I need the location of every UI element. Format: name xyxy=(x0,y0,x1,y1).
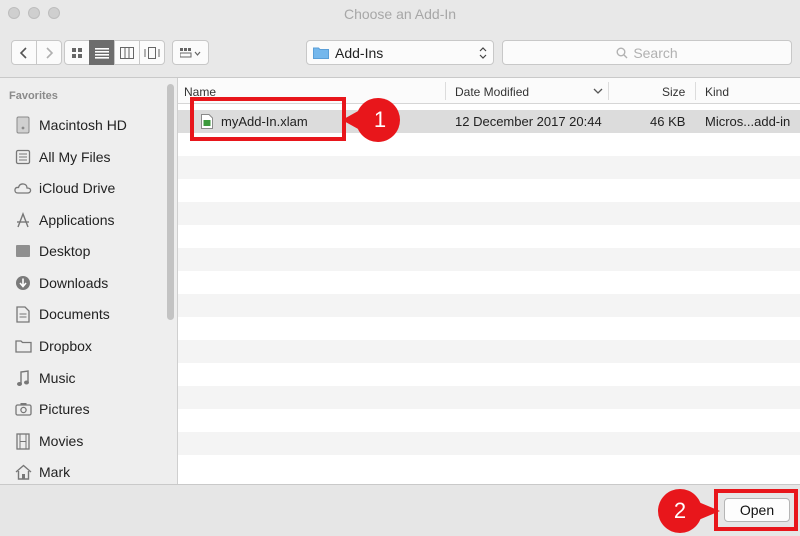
back-button[interactable] xyxy=(11,40,37,65)
callout-number-1: 1 xyxy=(373,107,387,132)
arrange-icon xyxy=(179,47,200,57)
empty-row xyxy=(178,156,800,179)
column-header-kind[interactable]: Kind xyxy=(705,85,729,99)
sidebar-item-documents[interactable]: Documents xyxy=(14,302,110,326)
list-view-button[interactable] xyxy=(89,40,115,65)
sidebar-item-label: Pictures xyxy=(39,401,90,417)
music-icon xyxy=(14,369,32,387)
sidebar-item-movies[interactable]: Movies xyxy=(14,429,83,453)
highlight-box-file xyxy=(190,97,346,141)
arrange-button[interactable] xyxy=(172,40,209,65)
film-icon xyxy=(14,432,32,450)
sidebar-item-pictures[interactable]: Pictures xyxy=(14,397,90,421)
sidebar-item-label: Documents xyxy=(39,306,110,322)
sidebar: Favorites Macintosh HD All My Files iClo… xyxy=(0,78,178,484)
sidebar-item-label: Movies xyxy=(39,433,84,449)
icon-view-button[interactable] xyxy=(64,40,90,65)
view-mode-selector xyxy=(64,40,165,65)
empty-row xyxy=(178,340,800,363)
title-bar: Choose an Add-In xyxy=(0,0,800,30)
column-header-size[interactable]: Size xyxy=(662,85,685,99)
grid-icon xyxy=(72,47,82,58)
files-icon xyxy=(14,148,32,166)
history-nav xyxy=(11,40,62,65)
file-dialog-window: Choose an Add-In Add-Ins Search Favorite… xyxy=(0,0,800,536)
cloud-icon xyxy=(14,179,32,197)
sidebar-scrollbar[interactable] xyxy=(167,84,174,320)
sidebar-item-label: Dropbox xyxy=(39,338,92,354)
sidebar-item-music[interactable]: Music xyxy=(14,366,76,390)
file-kind: Micros...add-in xyxy=(705,114,791,129)
column-divider[interactable] xyxy=(445,82,446,100)
sidebar-item-label: Music xyxy=(39,370,76,386)
forward-button[interactable] xyxy=(36,40,62,65)
sidebar-item-mark[interactable]: Mark xyxy=(14,460,70,484)
download-icon xyxy=(14,274,32,292)
hard-drive-icon xyxy=(14,116,32,134)
camera-icon xyxy=(14,400,32,418)
sidebar-item-label: iCloud Drive xyxy=(39,180,116,196)
home-icon xyxy=(14,463,32,481)
sidebar-item-label: Desktop xyxy=(39,243,91,259)
empty-row xyxy=(178,432,800,455)
column-divider[interactable] xyxy=(608,82,609,100)
folder-icon xyxy=(14,337,32,355)
list-icon xyxy=(95,47,109,59)
file-size: 46 KB xyxy=(650,114,686,129)
document-icon xyxy=(14,305,32,323)
empty-row xyxy=(178,386,800,409)
empty-row xyxy=(178,202,800,225)
sort-chevron-icon xyxy=(593,88,603,94)
sidebar-item-all-my-files[interactable]: All My Files xyxy=(14,145,111,169)
chevron-left-icon xyxy=(19,46,27,59)
updown-chevron-icon xyxy=(479,47,487,59)
sidebar-item-dropbox[interactable]: Dropbox xyxy=(14,334,92,358)
sidebar-item-label: Applications xyxy=(39,212,115,228)
highlight-box-open xyxy=(714,489,798,531)
search-input[interactable]: Search xyxy=(502,40,792,65)
sidebar-item-macintosh-hd[interactable]: Macintosh HD xyxy=(14,113,127,137)
search-icon xyxy=(616,47,628,58)
sidebar-item-icloud-drive[interactable]: iCloud Drive xyxy=(14,176,115,200)
cover-flow-icon xyxy=(144,46,160,59)
column-view-button[interactable] xyxy=(114,40,140,65)
desktop-icon xyxy=(14,242,32,260)
sidebar-item-desktop[interactable]: Desktop xyxy=(14,239,90,263)
applications-icon xyxy=(14,211,32,229)
columns-icon xyxy=(120,46,134,59)
sidebar-item-downloads[interactable]: Downloads xyxy=(14,271,108,295)
folder-icon xyxy=(313,47,329,59)
search-placeholder: Search xyxy=(633,44,678,61)
sidebar-item-label: Mark xyxy=(39,464,71,480)
callout-number-2: 2 xyxy=(673,498,687,523)
empty-row xyxy=(178,294,800,317)
sidebar-heading: Favorites xyxy=(9,90,58,102)
empty-row xyxy=(178,248,800,271)
chevron-right-icon xyxy=(46,46,54,59)
toolbar: Add-Ins Search xyxy=(0,30,800,78)
location-popup[interactable]: Add-Ins xyxy=(306,40,494,65)
sidebar-item-label: Downloads xyxy=(39,275,109,291)
column-header-date[interactable]: Date Modified xyxy=(455,85,529,99)
sidebar-item-label: All My Files xyxy=(39,149,111,165)
file-date: 12 December 2017 20:44 xyxy=(455,114,602,129)
location-label: Add-Ins xyxy=(335,44,384,61)
sidebar-item-applications[interactable]: Applications xyxy=(14,208,115,232)
cover-flow-button[interactable] xyxy=(139,40,165,65)
column-divider[interactable] xyxy=(695,82,696,100)
window-title: Choose an Add-In xyxy=(343,6,457,22)
sidebar-item-label: Macintosh HD xyxy=(39,117,127,133)
